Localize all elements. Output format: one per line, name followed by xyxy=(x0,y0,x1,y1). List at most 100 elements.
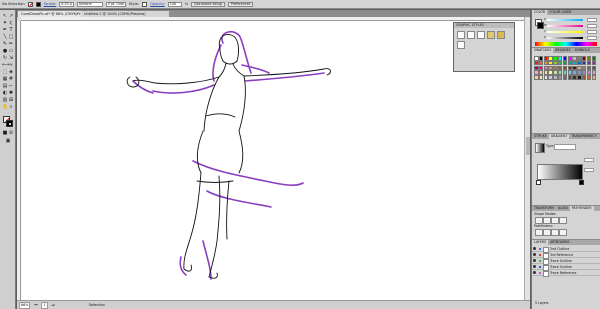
tab-pathfinder[interactable]: PATHFINDER xyxy=(569,206,594,211)
gradient-angle-input[interactable] xyxy=(584,158,594,162)
style-thumb-3[interactable] xyxy=(477,31,485,39)
pathfinder-panel: TRANSFORM ALIGN PATHFINDER Shape Modes: … xyxy=(532,206,600,240)
merge-button[interactable] xyxy=(551,229,559,236)
tab-artboards[interactable]: ARTBOARDS xyxy=(548,240,572,245)
scroll-thumb[interactable] xyxy=(525,137,530,155)
panel-dock: COLOR COLOR GUIDE C M Y K SWATCHES BRUSH… xyxy=(531,10,600,309)
eraser-tool-icon[interactable]: ▭ xyxy=(8,48,14,54)
tab-align[interactable]: ALIGN xyxy=(556,206,570,211)
rectangle-tool-icon[interactable]: □ xyxy=(8,34,14,40)
divide-button[interactable] xyxy=(535,229,543,236)
first-artboard-icon[interactable]: ⏮ xyxy=(34,303,37,307)
gradient-panel: STROKE GRADIENT TRANSPARENCY Type: xyxy=(532,134,600,206)
tab-color[interactable]: COLOR xyxy=(532,10,548,15)
channel-c-value[interactable] xyxy=(587,18,597,22)
channel-m-slider[interactable] xyxy=(547,25,583,27)
layer-row[interactable]: Trace Reference xyxy=(532,270,600,277)
none-mode-icon[interactable]: ⊘ xyxy=(8,130,14,136)
tab-layers[interactable]: LAYERS xyxy=(532,240,548,245)
gradient-ramp[interactable] xyxy=(537,164,583,180)
warp-tool-icon[interactable]: ≈ xyxy=(8,62,14,68)
minus-front-button[interactable] xyxy=(543,217,551,224)
stroke-swatch[interactable] xyxy=(35,1,41,7)
channel-y-value[interactable] xyxy=(587,30,597,34)
style-thumb-4[interactable] xyxy=(487,31,495,39)
layer-color-chip xyxy=(539,254,541,256)
shape-builder-tool-icon[interactable]: ◈ xyxy=(8,69,14,75)
tab-stroke[interactable]: STROKE xyxy=(532,134,549,139)
gradient-type-dropdown[interactable] xyxy=(554,144,576,150)
symbol-sprayer-tool-icon[interactable]: ✺ xyxy=(8,90,14,96)
style-thumb-5[interactable] xyxy=(497,31,505,39)
visibility-eye-icon[interactable] xyxy=(533,247,536,250)
dancer-illustration xyxy=(126,31,331,280)
style-thumb-6[interactable] xyxy=(457,41,465,49)
color-stroke-swatch[interactable] xyxy=(537,22,544,29)
tab-swatches[interactable]: SWATCHES xyxy=(532,48,554,53)
artboard-tool-icon[interactable]: ⊞ xyxy=(8,97,14,103)
color-spectrum-bar[interactable] xyxy=(535,42,597,46)
style-label: Style: xyxy=(128,2,139,6)
brush-dropdown[interactable]: 5 pt. Oval xyxy=(105,1,126,7)
tab-gradient[interactable]: GRADIENT xyxy=(548,134,570,139)
layers-panel-tabs: LAYERS ARTBOARDS xyxy=(532,240,600,245)
channel-k-slider[interactable] xyxy=(547,37,583,39)
trim-button[interactable] xyxy=(543,229,551,236)
crop-button[interactable] xyxy=(559,229,567,236)
fill-swatch[interactable] xyxy=(27,1,33,7)
stroke-weight-input[interactable]: 0.25 p xyxy=(59,1,74,7)
document-tab-bar: CorelDrawPic.ai* @ 66% (CMYK/Preview) Un… xyxy=(17,10,530,17)
channel-m-value[interactable] xyxy=(587,24,597,28)
stroke-box-icon[interactable] xyxy=(6,120,13,127)
preferences-button[interactable]: Preferences xyxy=(227,1,254,7)
visibility-eye-icon[interactable] xyxy=(533,265,536,268)
swatch-grid[interactable] xyxy=(534,56,597,80)
unite-button[interactable] xyxy=(535,217,543,224)
layer-name[interactable]: Trace Reference xyxy=(550,270,576,276)
direct-selection-tool-icon[interactable]: ↗ xyxy=(8,13,14,19)
type-tool-icon[interactable]: T xyxy=(8,27,14,33)
zoom-level[interactable]: 66% xyxy=(19,301,31,309)
tab-transparency[interactable]: TRANSPARENCY xyxy=(569,134,598,139)
intersect-button[interactable] xyxy=(551,217,559,224)
style-thumb-default[interactable] xyxy=(457,31,465,39)
swatch-64[interactable] xyxy=(591,75,597,80)
purple-trace-strokes xyxy=(132,31,325,280)
exclude-button[interactable] xyxy=(559,217,567,224)
style-swatch[interactable] xyxy=(142,1,147,7)
eyedropper-tool-icon[interactable]: ⌐ xyxy=(8,83,14,89)
opacity-input[interactable]: 100 xyxy=(167,1,182,7)
lasso-tool-icon[interactable]: ς xyxy=(8,20,14,26)
style-thumb-2[interactable] xyxy=(467,31,475,39)
gradient-preview-swatch[interactable] xyxy=(535,143,545,153)
channel-c-slider[interactable] xyxy=(547,19,583,21)
tab-brushes[interactable]: BRUSHES xyxy=(553,48,572,53)
last-artboard-icon[interactable]: ⏭ xyxy=(52,303,55,307)
scale-tool-icon[interactable]: ⇲ xyxy=(8,55,14,61)
color-panel-tabs: COLOR COLOR GUIDE xyxy=(532,10,600,15)
gradient-stop-right[interactable] xyxy=(579,180,584,185)
artboard-number[interactable]: 1 xyxy=(41,301,48,309)
document-setup-button[interactable]: Document Setup xyxy=(191,1,225,7)
layer-color-chip xyxy=(539,260,541,262)
zoom-tool-icon[interactable]: ⌕ xyxy=(8,104,14,110)
channel-y-slider[interactable] xyxy=(547,31,583,33)
variable-width-dropdown[interactable]: Uniform xyxy=(76,1,103,7)
tab-symbols[interactable]: SYMBOLS xyxy=(573,48,592,53)
screen-mode-icon[interactable]: ▣ xyxy=(5,138,11,144)
gradient-stop-left[interactable] xyxy=(536,180,541,185)
channel-k-value[interactable] xyxy=(587,36,597,40)
layer-color-chip xyxy=(539,272,541,274)
gradient-location-input[interactable] xyxy=(584,168,594,172)
layer-thumbnail xyxy=(543,271,549,277)
mesh-tool-icon[interactable]: # xyxy=(8,76,14,82)
opacity-label: Opacity: xyxy=(150,2,165,6)
vertical-scrollbar[interactable] xyxy=(524,17,530,300)
artboard-canvas[interactable] xyxy=(21,21,524,300)
tab-transform[interactable]: TRANSFORM xyxy=(532,206,556,211)
tab-color-guide[interactable]: COLOR GUIDE xyxy=(547,10,573,15)
visibility-eye-icon[interactable] xyxy=(533,271,536,274)
visibility-eye-icon[interactable] xyxy=(533,253,536,256)
visibility-eye-icon[interactable] xyxy=(533,259,536,262)
pencil-tool-icon[interactable]: ✏ xyxy=(8,41,14,47)
